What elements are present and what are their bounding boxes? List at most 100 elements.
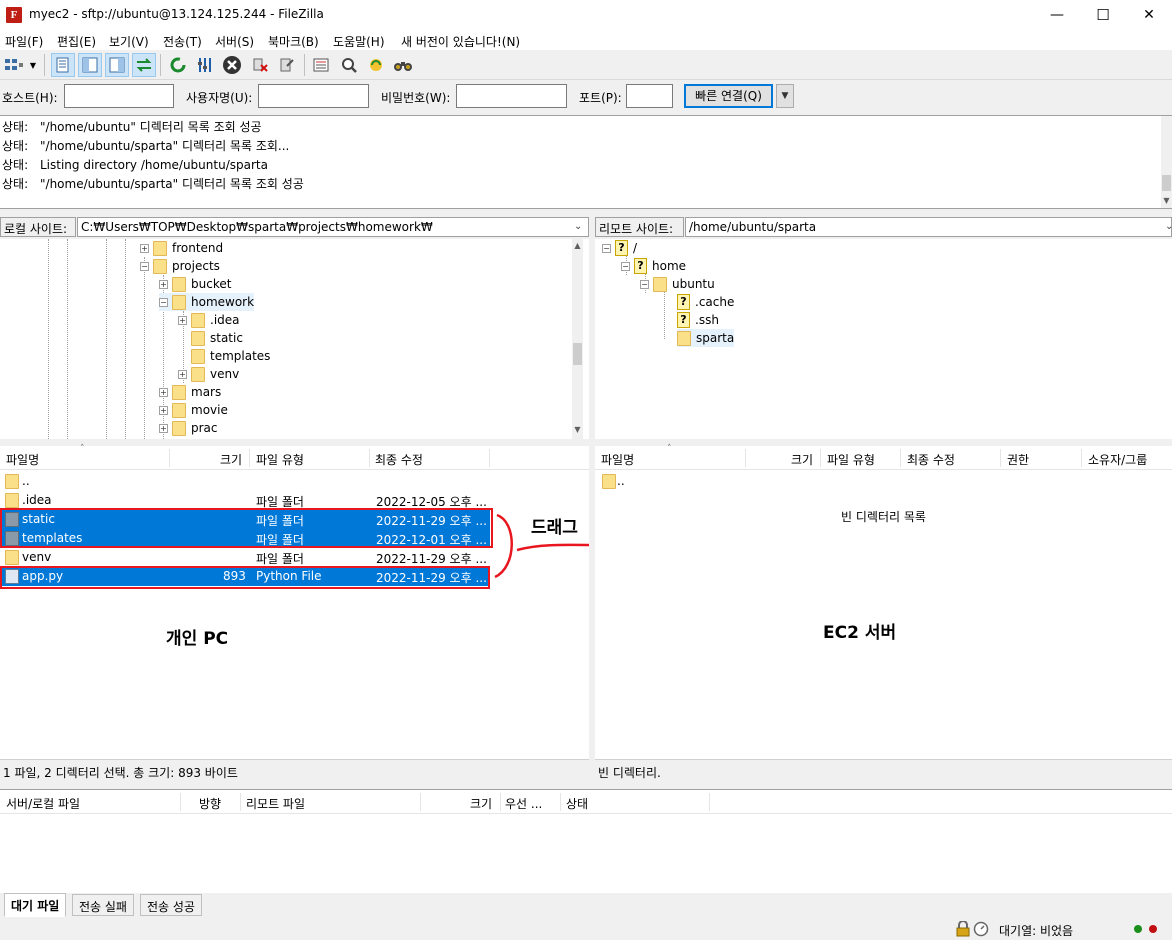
tree-item-venv[interactable]: + venv — [178, 365, 239, 383]
quickconnect-dropdown-icon[interactable]: ▼ — [776, 84, 794, 108]
tree-item-cache[interactable]: ? .cache — [677, 293, 734, 311]
column-size[interactable]: 크기 — [470, 795, 492, 812]
unknown-folder-icon: ? — [615, 240, 628, 256]
local-site-label: 로컬 사이트: — [0, 217, 76, 237]
folder-icon — [191, 366, 205, 382]
tab-failed-transfers[interactable]: 전송 실패 — [72, 894, 134, 916]
column-modified[interactable]: 최종 수정 — [907, 451, 955, 468]
username-input[interactable] — [258, 84, 369, 108]
transfer-queue: 서버/로컬 파일 방향 리모트 파일 크기 우선 ... 상태 — [0, 789, 1172, 893]
menu-edit[interactable]: 편집(E) — [57, 33, 96, 50]
column-filename[interactable]: 파일명 — [601, 451, 634, 468]
reconnect-icon[interactable] — [275, 53, 299, 77]
file-row-parent[interactable]: .. — [595, 472, 1172, 491]
tree-item-templates[interactable]: templates — [191, 347, 270, 365]
dropdown-icon[interactable]: ▼ — [27, 53, 39, 77]
remote-path-input[interactable]: /home/ubuntu/sparta — [685, 217, 1172, 237]
tree-item-homework[interactable]: − homework — [159, 293, 255, 311]
log-line: 상태: "/home/ubuntu/sparta" 디렉터리 목록 조회... — [2, 139, 290, 153]
toggle-queue-icon[interactable] — [132, 53, 156, 77]
tree-item-static[interactable]: static — [191, 329, 243, 347]
minimize-button[interactable]: — — [1034, 0, 1080, 31]
tree-item-ubuntu[interactable]: − ubuntu — [640, 275, 715, 293]
maximize-button[interactable]: ☐ — [1080, 0, 1126, 31]
tab-queued-files[interactable]: 대기 파일 — [4, 893, 67, 917]
tree-item-bucket[interactable]: + bucket — [159, 275, 231, 293]
close-button[interactable]: ✕ — [1126, 0, 1172, 31]
folder-icon — [172, 294, 186, 310]
menu-help[interactable]: 도움말(H) — [333, 33, 385, 50]
log-line: 상태: "/home/ubuntu" 디렉터리 목록 조회 성공 — [2, 120, 262, 134]
password-label: 비밀번호(W): — [381, 91, 451, 105]
column-size[interactable]: 크기 — [791, 451, 813, 468]
menu-transfer[interactable]: 전송(T) — [163, 33, 202, 50]
tree-item-idea[interactable]: + .idea — [178, 311, 240, 329]
column-type[interactable]: 파일 유형 — [827, 451, 875, 468]
remote-path-dropdown-icon[interactable]: ⌄ — [1165, 221, 1172, 232]
local-status-bar: 1 파일, 2 디렉터리 선택. 총 크기: 893 바이트 — [0, 759, 589, 783]
search-icon[interactable] — [337, 53, 361, 77]
menu-bookmarks[interactable]: 북마크(B) — [268, 33, 319, 50]
unknown-folder-icon: ? — [677, 312, 690, 328]
title-bar: F myec2 - sftp://ubuntu@13.124.125.244 -… — [0, 0, 1172, 31]
tree-item-ssh[interactable]: ? .ssh — [677, 311, 719, 329]
local-path-dropdown-icon[interactable]: ⌄ — [574, 221, 582, 232]
remote-site-label: 리모트 사이트: — [595, 217, 684, 237]
quickconnect-button[interactable]: 빠른 연결(Q) — [684, 84, 773, 108]
menu-view[interactable]: 보기(V) — [109, 33, 149, 50]
menu-file[interactable]: 파일(F) — [5, 33, 43, 50]
site-manager-icon[interactable] — [2, 53, 26, 77]
annotation-ec2-server: EC2 서버 — [823, 623, 897, 643]
binoculars-icon[interactable] — [391, 53, 415, 77]
host-label: 호스트(H): — [2, 91, 58, 105]
queue-status-text: 대기열: 비었음 — [999, 924, 1074, 938]
column-priority[interactable]: 우선 ... — [505, 795, 542, 812]
column-modified[interactable]: 최종 수정 — [375, 451, 423, 468]
tree-item-root[interactable]: −? / — [602, 239, 637, 257]
refresh-icon[interactable] — [166, 53, 190, 77]
tree-item-mars[interactable]: + mars — [159, 383, 221, 401]
menu-new-version[interactable]: 새 버전이 있습니다!(N) — [401, 33, 520, 50]
column-status[interactable]: 상태 — [566, 795, 588, 812]
local-tree: + frontend − projects + bucket − homework +.… — [0, 239, 589, 439]
column-server-local-file[interactable]: 서버/로컬 파일 — [6, 795, 80, 812]
column-direction[interactable]: 방향 — [199, 795, 221, 812]
tree-item-home[interactable]: −? home — [621, 257, 686, 275]
sync-browse-icon[interactable] — [364, 53, 388, 77]
username-label: 사용자명(U): — [186, 91, 253, 105]
queue-tabs: 대기 파일 전송 실패 전송 성공 — [0, 893, 1172, 917]
remote-status-bar: 빈 디렉터리. — [595, 759, 1172, 783]
annotation-local-pc: 개인 PC — [166, 629, 229, 649]
menu-server[interactable]: 서버(S) — [215, 33, 254, 50]
activity-led-icon — [1134, 925, 1157, 933]
toolbar: ▼ — [0, 50, 1172, 80]
process-queue-icon[interactable] — [193, 53, 217, 77]
disconnect-icon[interactable] — [248, 53, 272, 77]
tree-item-sparta[interactable]: sparta — [677, 329, 735, 347]
column-permissions[interactable]: 권한 — [1007, 451, 1029, 468]
cancel-icon[interactable] — [220, 53, 244, 77]
local-path-input[interactable]: C:₩Users₩TOP₩Desktop₩sparta₩projects₩hom… — [77, 217, 589, 237]
port-input[interactable] — [626, 84, 673, 108]
unknown-folder-icon: ? — [634, 258, 647, 274]
column-owner[interactable]: 소유자/그룹 — [1088, 451, 1147, 468]
tree-item-prac[interactable]: + prac — [159, 419, 218, 437]
toggle-remote-tree-icon[interactable] — [105, 53, 129, 77]
file-row-parent[interactable]: .. — [0, 472, 589, 491]
password-input[interactable] — [456, 84, 567, 108]
folder-icon — [5, 550, 19, 565]
host-input[interactable] — [64, 84, 174, 108]
column-filename[interactable]: 파일명 — [6, 451, 39, 468]
toggle-log-icon[interactable] — [51, 53, 75, 77]
toggle-local-tree-icon[interactable] — [78, 53, 102, 77]
tree-item-movie[interactable]: + movie — [159, 401, 228, 419]
column-remote-file[interactable]: 리모트 파일 — [246, 795, 305, 812]
column-type[interactable]: 파일 유형 — [256, 451, 304, 468]
log-scrollbar[interactable]: ▼ — [1161, 116, 1172, 208]
filter-icon[interactable] — [309, 53, 333, 77]
column-size[interactable]: 크기 — [220, 451, 242, 468]
tree-item-projects[interactable]: − projects — [140, 257, 220, 275]
tab-successful-transfers[interactable]: 전송 성공 — [140, 894, 202, 916]
local-tree-scrollbar[interactable]: ▲ ▼ — [572, 239, 583, 439]
tree-item-frontend[interactable]: + frontend — [140, 239, 223, 257]
